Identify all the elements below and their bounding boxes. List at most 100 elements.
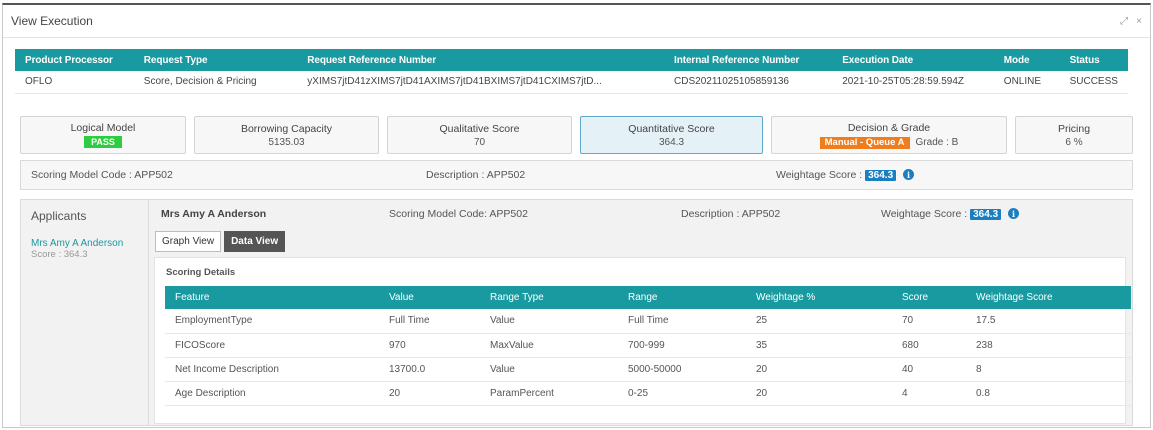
table-row[interactable]: EmploymentType Full Time Value Full Time…: [165, 309, 1131, 334]
column-header: Range: [618, 286, 746, 309]
score-cell: 40: [892, 357, 966, 382]
applicant-detail: Mrs Amy A Anderson Scoring Model Code: A…: [150, 200, 1132, 425]
applicants-heading: Applicants: [31, 209, 87, 223]
card-qualitative-score[interactable]: Qualitative Score 70: [387, 116, 572, 154]
weightage-score: Weightage Score : 364.3 i: [776, 168, 915, 182]
value-cell: Full Time: [379, 309, 480, 334]
applicant-description: Description : APP502: [681, 208, 781, 220]
weightage-percent-cell: 35: [746, 333, 892, 358]
card-title: Decision & Grade: [847, 121, 931, 134]
request-table: Product Processor Request Type Request R…: [15, 49, 1128, 94]
tab-graph-view[interactable]: Graph View: [155, 231, 222, 252]
value-cell: 20: [379, 381, 480, 406]
card-title: Quantitative Score: [628, 122, 715, 135]
scoring-details-table: Feature Value Range Type Range Weightage…: [165, 286, 1131, 406]
column-header: Range Type: [480, 286, 618, 309]
range-type-cell: Value: [480, 357, 618, 382]
applicant-weightage: Weightage Score : 364.3 i: [881, 207, 1020, 221]
range-cell: Full Time: [618, 309, 746, 334]
applicant-header: Mrs Amy A Anderson Scoring Model Code: A…: [150, 200, 1132, 228]
table-row[interactable]: Net Income Description 13700.0 Value 500…: [165, 357, 1131, 382]
feature-cell: FICOScore: [165, 333, 379, 358]
summary-cards: Logical Model PASS Borrowing Capacity 51…: [20, 116, 1133, 154]
feature-cell: EmploymentType: [165, 309, 379, 334]
range-cell: 700-999: [618, 333, 746, 358]
grade-label: Grade : B: [915, 137, 959, 148]
scoring-table-header: Feature Value Range Type Range Weightage…: [165, 286, 1131, 309]
weightage-score-cell: 8: [966, 357, 1131, 382]
info-icon[interactable]: i: [1008, 208, 1020, 220]
scoring-model-code: Scoring Model Code : APP502: [31, 169, 173, 181]
applicant-model-code: Scoring Model Code: APP502: [389, 208, 528, 220]
request-table-header: Product Processor Request Type Request R…: [15, 49, 1128, 71]
window-title: View Execution: [11, 14, 93, 28]
weightage-score-cell: 0.8: [966, 381, 1131, 406]
column-header: Mode: [993, 49, 1060, 71]
range-type-cell: MaxValue: [480, 333, 618, 358]
weightage-label: Weightage Score :: [776, 168, 863, 181]
value-cell: 970: [379, 333, 480, 358]
applicant-detail-name: Mrs Amy A Anderson: [161, 208, 267, 220]
weightage-badge: 364.3: [865, 169, 897, 181]
execution-content: Product Processor Request Type Request R…: [15, 49, 1135, 426]
maximize-icon[interactable]: ⤢: [1120, 16, 1128, 27]
range-cell: 5000-50000: [618, 357, 746, 382]
column-header: Product Processor: [15, 49, 134, 71]
column-header: Request Type: [133, 49, 298, 71]
weightage-percent-cell: 20: [746, 357, 892, 382]
value-cell: 13700.0: [379, 357, 480, 382]
column-header: Score: [892, 286, 966, 309]
card-title: Logical Model: [70, 122, 136, 134]
table-row[interactable]: FICOScore 970 MaxValue 700-999 35 680 23…: [165, 333, 1131, 358]
column-header: Weightage Score: [966, 286, 1131, 309]
info-icon[interactable]: i: [903, 169, 915, 181]
scoring-model-description: Description : APP502: [426, 169, 526, 181]
column-header: Request Reference Number: [297, 49, 665, 71]
scoring-details-title: Scoring Details: [166, 267, 236, 278]
card-value: 5135.03: [268, 136, 305, 148]
card-value: 6 %: [1065, 136, 1083, 148]
status-badge: PASS: [84, 136, 122, 148]
internal-reference-cell: CDS20211025105859136: [664, 71, 833, 94]
scoring-model-bar: Scoring Model Code : APP502 Description …: [20, 160, 1133, 190]
range-type-cell: Value: [480, 309, 618, 334]
card-pricing[interactable]: Pricing 6 %: [1015, 116, 1133, 154]
weightage-score-cell: 238: [966, 333, 1131, 358]
table-row[interactable]: OFLO Score, Decision & Pricing yXIMS7jtD…: [15, 71, 1128, 94]
column-header: Feature: [165, 286, 379, 309]
weightage-percent-cell: 25: [746, 309, 892, 334]
column-header: Status: [1059, 49, 1128, 71]
weightage-label: Weightage Score :: [881, 207, 968, 220]
card-value: 70: [473, 136, 486, 148]
weightage-percent-cell: 20: [746, 381, 892, 406]
status-cell: SUCCESS: [1059, 71, 1128, 94]
window-header: View Execution ⤢ ×: [3, 5, 1150, 38]
request-type-cell: Score, Decision & Pricing: [133, 71, 298, 94]
card-title: Qualitative Score: [439, 122, 520, 135]
weightage-badge: 364.3: [970, 208, 1002, 220]
feature-cell: Age Description: [165, 381, 379, 406]
list-item[interactable]: Mrs Amy A Anderson Score : 364.3: [31, 238, 148, 260]
card-logical-model[interactable]: Logical Model PASS: [20, 116, 186, 154]
card-title: Borrowing Capacity: [240, 122, 333, 135]
column-header: Execution Date: [832, 49, 994, 71]
card-decision-grade[interactable]: Decision & Grade Manual - Queue A Grade …: [771, 116, 1007, 154]
range-type-cell: ParamPercent: [480, 381, 618, 406]
applicants-sidebar: Applicants Mrs Amy A Anderson Score : 36…: [21, 200, 149, 425]
view-tabs: Graph View Data View: [155, 231, 286, 252]
column-header: Internal Reference Number: [664, 49, 833, 71]
weightage-score-cell: 17.5: [966, 309, 1131, 334]
window-controls: ⤢ ×: [1120, 16, 1142, 27]
request-reference-cell: yXIMS7jtD41zXIMS7jtD41AXIMS7jtD41BXIMS7j…: [297, 71, 665, 94]
card-title: Pricing: [1057, 122, 1091, 135]
tab-data-view[interactable]: Data View: [224, 231, 286, 252]
decision-badge: Manual - Queue A: [819, 136, 910, 149]
column-header: Weightage %: [746, 286, 892, 309]
feature-cell: Net Income Description: [165, 357, 379, 382]
execution-date-cell: 2021-10-25T05:28:59.594Z: [832, 71, 994, 94]
card-borrowing-capacity[interactable]: Borrowing Capacity 5135.03: [194, 116, 379, 154]
card-quantitative-score[interactable]: Quantitative Score 364.3: [580, 116, 763, 154]
close-icon[interactable]: ×: [1136, 16, 1142, 27]
table-row[interactable]: Age Description 20 ParamPercent 0-25 20 …: [165, 381, 1131, 406]
applicants-panel: Applicants Mrs Amy A Anderson Score : 36…: [20, 199, 1133, 426]
